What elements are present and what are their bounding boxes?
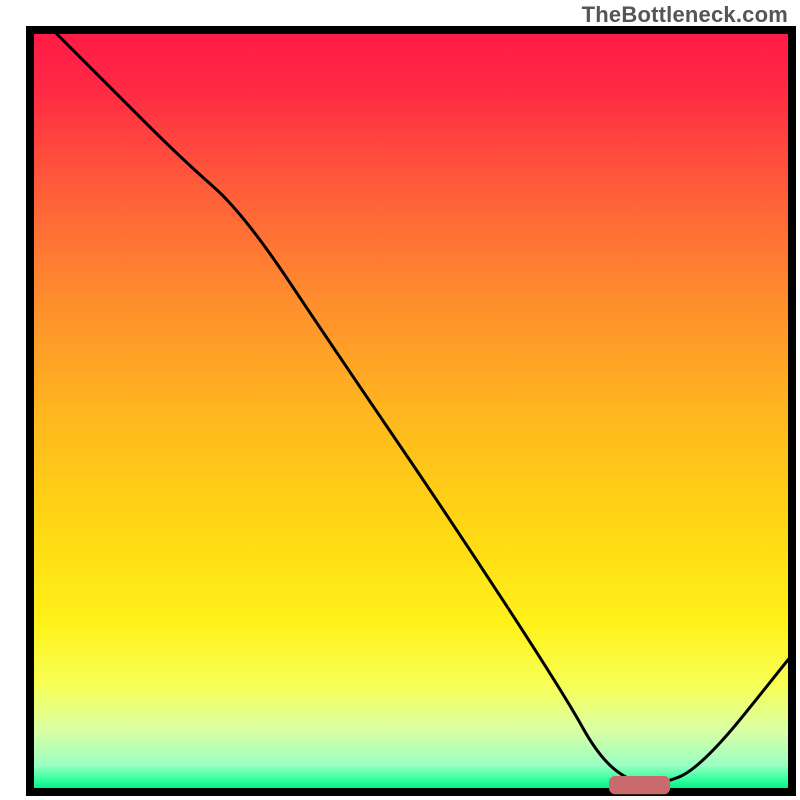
gradient-fill-area bbox=[30, 30, 792, 792]
watermark-text: TheBottleneck.com bbox=[582, 2, 788, 28]
bottleneck-chart bbox=[0, 0, 800, 800]
optimal-range-marker bbox=[609, 776, 670, 794]
chart-container: TheBottleneck.com bbox=[0, 0, 800, 800]
